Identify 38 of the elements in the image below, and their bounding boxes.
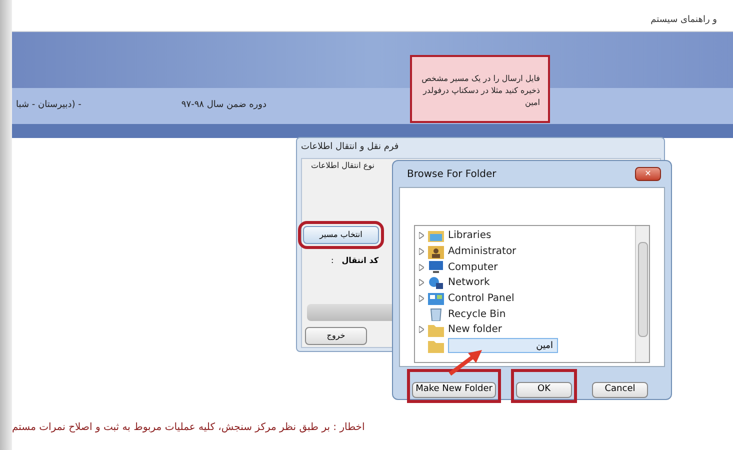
tree-item[interactable]: Control Panel: [448, 291, 514, 306]
group-label: نوع انتقال اطلاعات: [311, 160, 374, 172]
control-panel-icon: [428, 292, 444, 306]
expand-arrow-icon[interactable]: [419, 295, 424, 302]
dialog-title: فرم نقل و انتقال اطلاعات: [301, 141, 399, 154]
tree-item[interactable]: Network: [448, 275, 490, 290]
course-label: دوره ضمن سال ۹۸-۹۷: [181, 99, 267, 112]
expand-arrow-icon[interactable]: [419, 279, 424, 286]
expand-arrow-icon[interactable]: [419, 264, 424, 271]
folder-icon: [428, 338, 444, 353]
code-label: کد انتقال: [342, 255, 378, 267]
exit-button[interactable]: خروج: [305, 327, 367, 345]
expand-arrow-icon[interactable]: [419, 248, 424, 256]
network-icon: [428, 276, 444, 290]
cancel-button[interactable]: Cancel: [592, 382, 648, 398]
folder-icon: [428, 322, 444, 337]
ok-button[interactable]: OK: [516, 382, 572, 398]
recycle-bin-icon: [428, 307, 444, 322]
make-new-folder-button[interactable]: Make New Folder: [412, 382, 496, 398]
tree-item[interactable]: Administrator: [448, 244, 516, 260]
scrollbar[interactable]: [635, 226, 649, 362]
tree-item[interactable]: Recycle Bin: [448, 306, 506, 322]
expand-arrow-icon[interactable]: [419, 326, 424, 334]
library-icon: [428, 228, 444, 243]
help-link[interactable]: و راهنمای سیستم: [650, 14, 717, 27]
tree-item[interactable]: Libraries: [448, 228, 492, 244]
rename-field[interactable]: امین: [448, 338, 558, 354]
instruction-callout: فایل ارسال را در یک مسیر مشخص ذخیره کنید مثلا در دسکتاپ درفولدر امین: [410, 55, 550, 123]
expand-arrow-icon[interactable]: [419, 232, 424, 240]
computer-icon: [428, 260, 444, 274]
dialog-title: Browse For Folder: [407, 168, 496, 182]
pointer-arrow: [448, 350, 482, 376]
user-folder-icon: [428, 244, 444, 259]
warning-text: اخطار : بر طبق نظر مرکز سنجش، کلیه عملیات مربوط به ثبت و اصلاح نمرات مستم: [12, 421, 365, 435]
tree-item[interactable]: New folder: [448, 322, 502, 338]
school-label: - (دبیرستان - شبا: [16, 99, 82, 112]
colon-label: :: [331, 255, 334, 267]
tree-item[interactable]: Computer: [448, 260, 498, 275]
